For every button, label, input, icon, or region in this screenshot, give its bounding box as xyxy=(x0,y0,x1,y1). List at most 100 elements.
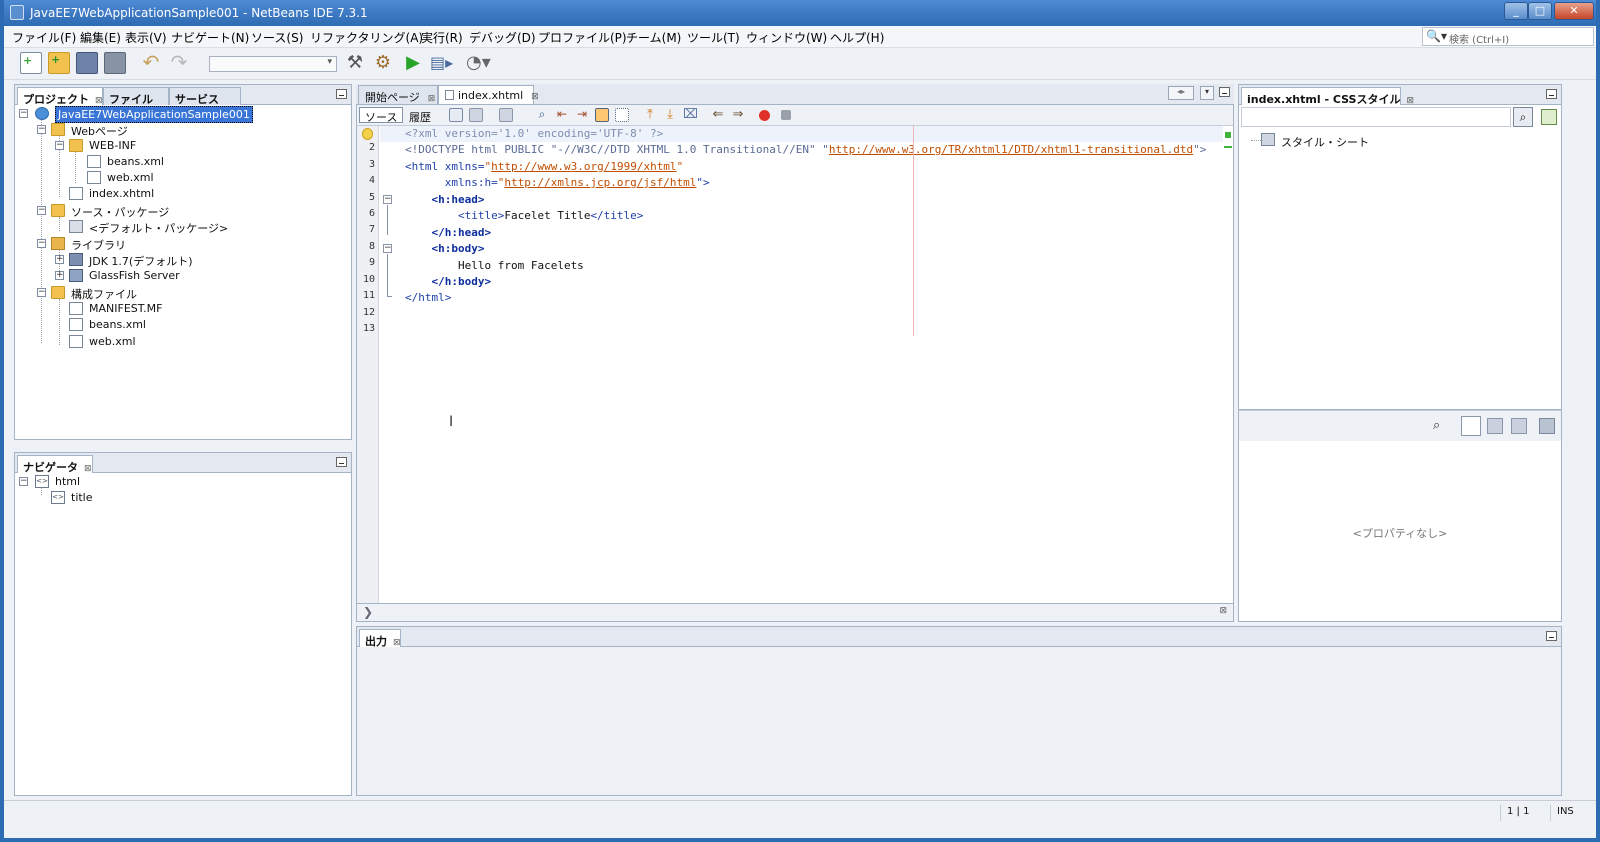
redo-icon[interactable]: ↷ xyxy=(168,52,190,74)
tab-index-xhtml[interactable]: index.xhtml ⊠ xyxy=(438,85,539,104)
forward-icon[interactable] xyxy=(499,108,513,122)
quick-search[interactable]: 🔍▾ 検索 (Ctrl+I) xyxy=(1422,27,1594,46)
fold-collapse-icon[interactable]: − xyxy=(383,244,392,253)
minimize-panel-button[interactable] xyxy=(1546,631,1557,641)
run-icon[interactable]: ▶ xyxy=(402,52,424,74)
sort-alpha-icon[interactable] xyxy=(1511,418,1527,434)
clean-build-icon[interactable]: ⚒ xyxy=(344,52,366,74)
minimize-panel-button[interactable] xyxy=(336,457,347,467)
tab-output[interactable]: 出力 ⊠ xyxy=(359,629,401,648)
menu-view[interactable]: 表示(V) xyxy=(125,29,167,46)
code-url[interactable]: http://www.w3.org/TR/xhtml1/DTD/xhtml1-t… xyxy=(829,143,1193,156)
find-icon[interactable]: ⌕ xyxy=(535,108,549,122)
new-file-icon[interactable]: + xyxy=(20,52,42,74)
code-url[interactable]: http://www.w3.org/1999/xhtml xyxy=(491,160,676,173)
toggle-highlight-icon[interactable] xyxy=(595,108,609,122)
back-icon[interactable] xyxy=(469,108,483,122)
minimize-panel-button[interactable] xyxy=(1546,89,1557,99)
fold-collapse-icon[interactable]: − xyxy=(383,195,392,204)
scroll-tabs-arrows[interactable]: ◂▸ xyxy=(1168,86,1194,100)
tab-navigator[interactable]: ナビゲータ ⊠ xyxy=(17,455,93,474)
new-project-icon[interactable]: + xyxy=(48,52,70,74)
menu-run[interactable]: 実行(R) xyxy=(421,29,463,46)
show-set-properties-icon[interactable] xyxy=(1461,416,1481,436)
tab-start-page[interactable]: 開始ページ ⊠ xyxy=(358,85,438,104)
open-project-icon[interactable] xyxy=(76,52,98,74)
code-editor[interactable]: 2 3 4 5 6 7 8 9 10 11 12 13 − − <?xml ve… xyxy=(356,126,1234,604)
tab-list-dropdown[interactable]: ▾ xyxy=(1200,86,1214,100)
tab-files[interactable]: ファイル xyxy=(103,87,169,106)
menu-file[interactable]: ファイル(F) xyxy=(12,29,76,46)
stylesheet-label[interactable]: スタイル・シート xyxy=(1281,134,1369,150)
menu-refactor[interactable]: リファクタリング(A) xyxy=(310,29,423,46)
collapse-icon[interactable]: − xyxy=(37,288,46,297)
expand-icon[interactable]: + xyxy=(55,255,64,264)
menu-tools[interactable]: ツール(T) xyxy=(687,29,740,46)
config-select[interactable]: ▾ xyxy=(209,56,337,72)
stop-macro-icon[interactable] xyxy=(781,110,791,120)
profile-icon[interactable]: ◔▾ xyxy=(466,52,491,74)
collapse-icon[interactable]: − xyxy=(19,477,28,486)
tab-projects[interactable]: プロジェクト ⊠ xyxy=(17,87,103,106)
error-stripe-mark[interactable] xyxy=(1224,146,1232,148)
maximize-editor-button[interactable] xyxy=(1219,87,1230,97)
css-filter-input[interactable] xyxy=(1241,107,1511,127)
menu-team[interactable]: チーム(M) xyxy=(626,29,681,46)
maximize-button[interactable]: □ xyxy=(1528,2,1552,20)
expand-icon[interactable]: + xyxy=(55,271,64,280)
last-edit-icon[interactable] xyxy=(449,108,463,122)
minimize-panel-button[interactable] xyxy=(336,89,347,99)
collapse-icon[interactable]: − xyxy=(37,125,46,134)
minimize-button[interactable]: _ xyxy=(1504,2,1528,20)
categorized-view-icon[interactable] xyxy=(1487,418,1503,434)
collapse-icon[interactable]: − xyxy=(19,109,28,118)
create-rule-icon[interactable] xyxy=(1541,109,1557,125)
chevron-right-icon[interactable]: ❯ xyxy=(363,605,373,619)
navigator-tabbar: ナビゲータ ⊠ xyxy=(15,453,351,474)
collapse-icon[interactable]: − xyxy=(37,239,46,248)
rectangular-selection-icon[interactable] xyxy=(615,108,629,122)
find-previous-icon[interactable]: ⇤ xyxy=(555,108,569,122)
close-button[interactable]: ✕ xyxy=(1554,2,1594,20)
close-icon[interactable]: ⊠ xyxy=(428,94,436,104)
menu-source[interactable]: ソース(S) xyxy=(251,29,303,46)
source-view-button[interactable]: ソース xyxy=(359,107,404,124)
menu-profile[interactable]: プロファイル(P) xyxy=(538,29,627,46)
tab-css-styles[interactable]: index.xhtml - CSSスタイル ⊠ xyxy=(1241,87,1414,106)
menu-debug[interactable]: デバッグ(D) xyxy=(469,29,536,46)
menu-navigate[interactable]: ナビゲート(N) xyxy=(171,29,249,46)
menu-edit[interactable]: 編集(E) xyxy=(80,29,121,46)
previous-bookmark-icon[interactable]: ⤒ xyxy=(643,108,657,122)
collapse-icon[interactable]: − xyxy=(55,141,64,150)
history-view-button[interactable]: 履歴 xyxy=(403,107,437,124)
menu-window[interactable]: ウィンドウ(W) xyxy=(746,29,827,46)
close-icon[interactable]: ⊠ xyxy=(1219,606,1227,616)
start-macro-icon[interactable] xyxy=(759,110,770,121)
code-url[interactable]: http://xmlns.jcp.org/jsf/html xyxy=(504,176,696,189)
close-icon[interactable]: ⊠ xyxy=(393,638,401,648)
find-next-icon[interactable]: ⇥ xyxy=(575,108,589,122)
close-icon[interactable]: ⊠ xyxy=(531,92,539,102)
close-icon[interactable]: ⊠ xyxy=(95,96,103,106)
shift-right-icon[interactable]: ⇒ xyxy=(731,108,745,122)
debug-icon[interactable]: ▤▸ xyxy=(430,52,453,74)
menu-help[interactable]: ヘルプ(H) xyxy=(830,29,884,46)
tab-services[interactable]: サービス xyxy=(169,87,241,106)
error-stripe[interactable] xyxy=(1223,126,1233,603)
search-icon[interactable]: ⌕ xyxy=(1433,418,1440,433)
project-root-label[interactable]: JavaEE7WebApplicationSample001 xyxy=(55,106,253,123)
collapse-icon[interactable]: − xyxy=(37,206,46,215)
undo-icon[interactable]: ↶ xyxy=(140,52,162,74)
build-icon[interactable]: ⚙ xyxy=(372,52,394,74)
toggle-bookmark-icon[interactable]: ⌧ xyxy=(683,108,698,122)
add-property-icon[interactable] xyxy=(1539,418,1555,434)
search-input[interactable]: 検索 (Ctrl+I) xyxy=(1449,31,1509,46)
close-project-icon[interactable] xyxy=(104,52,126,74)
next-bookmark-icon[interactable]: ⤓ xyxy=(663,108,677,122)
close-icon[interactable]: ⊠ xyxy=(1406,96,1414,106)
search-icon[interactable]: ⌕ xyxy=(1513,107,1533,127)
close-icon[interactable]: ⊠ xyxy=(84,464,92,474)
xml-file-icon xyxy=(69,318,83,331)
lightbulb-hint-icon[interactable] xyxy=(362,128,373,140)
shift-left-icon[interactable]: ⇐ xyxy=(711,108,725,122)
